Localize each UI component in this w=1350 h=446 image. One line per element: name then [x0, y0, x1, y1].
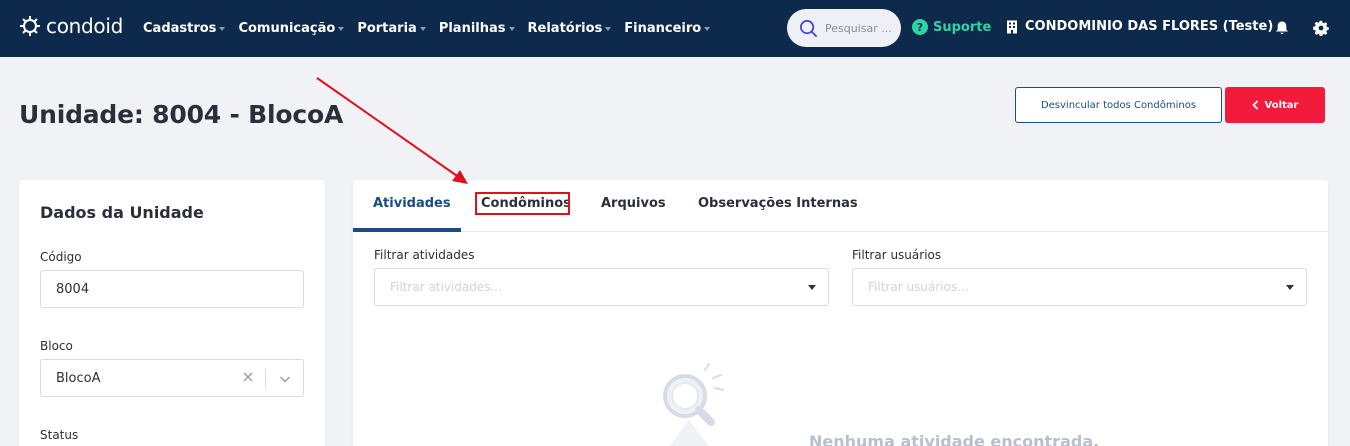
select-divider — [265, 369, 266, 388]
menu-label: Portaria — [357, 21, 417, 36]
filter-users-select[interactable]: Filtrar usuários... — [852, 268, 1307, 306]
unit-data-card: Dados da Unidade Código 8004 Bloco Bloco… — [19, 180, 325, 446]
button-label: Voltar — [1264, 99, 1299, 111]
global-search — [787, 9, 901, 47]
clear-icon[interactable] — [241, 370, 255, 384]
chevron-down-icon — [605, 27, 612, 31]
tab-observacoes-internas[interactable]: Observações Internas — [698, 196, 858, 211]
support-link[interactable]: ? Suporte — [912, 19, 991, 35]
chevron-down-icon — [419, 27, 426, 31]
menu-cadastros[interactable]: Cadastros — [143, 21, 226, 36]
button-label: Desvincular todos Condôminos — [1040, 99, 1197, 111]
filter-activities-placeholder: Filtrar atividades... — [390, 280, 502, 294]
code-value: 8004 — [56, 281, 90, 297]
bell-icon[interactable] — [1274, 20, 1290, 36]
menu-label: Financeiro — [624, 21, 702, 36]
chevron-down-icon — [338, 27, 345, 31]
menu-comunicacao[interactable]: Comunicação — [238, 21, 345, 36]
menu-label: Planilhas — [438, 21, 506, 36]
tab-arquivos[interactable]: Arquivos — [601, 196, 666, 211]
main-menu: Cadastros Comunicação Portaria Planilhas… — [143, 0, 723, 57]
chevron-down-icon — [704, 27, 711, 31]
code-field[interactable]: 8004 — [40, 270, 304, 308]
code-label: Código — [40, 250, 82, 264]
block-value: BlocoA — [56, 370, 101, 386]
menu-label: Relatórios — [527, 21, 603, 36]
building-icon — [1007, 20, 1017, 33]
chevron-left-icon — [1251, 100, 1258, 110]
annotation-highlight-box — [475, 192, 570, 215]
top-navbar: condoid Cadastros Comunicação Portaria P… — [0, 0, 1350, 57]
help-icon: ? — [912, 19, 928, 35]
page-title: Unidade: 8004 - BlocoA — [19, 100, 344, 129]
filter-users-label: Filtrar usuários — [852, 248, 942, 262]
chevron-down-icon[interactable] — [278, 372, 292, 386]
tab-atividades[interactable]: Atividades — [373, 196, 451, 211]
tab-bar: Atividades Condôminos Arquivos Observaçõ… — [353, 180, 1328, 232]
brand-name: condoid — [46, 14, 123, 38]
filter-activities-select[interactable]: Filtrar atividades... — [374, 268, 829, 306]
condoid-logo-icon — [20, 16, 40, 36]
card-title: Dados da Unidade — [40, 203, 204, 222]
condominium-name: CONDOMINIO DAS FLORES (Teste) — [1025, 19, 1274, 34]
magnifier-illustration-icon — [663, 363, 724, 446]
condominium-selector[interactable]: CONDOMINIO DAS FLORES (Teste) — [1006, 19, 1273, 34]
block-label: Bloco — [40, 339, 73, 353]
menu-label: Comunicação — [238, 21, 336, 36]
menu-planilhas[interactable]: Planilhas — [439, 21, 515, 36]
empty-state-message: Nenhuma atividade encontrada. — [809, 432, 1100, 446]
menu-financeiro[interactable]: Financeiro — [624, 21, 711, 36]
menu-portaria[interactable]: Portaria — [357, 21, 426, 36]
chevron-down-icon — [508, 27, 515, 31]
gear-icon[interactable] — [1313, 20, 1329, 36]
filter-activities-label: Filtrar atividades — [374, 248, 475, 262]
caret-down-icon — [1286, 285, 1294, 290]
back-button[interactable]: Voltar — [1225, 87, 1325, 123]
block-select[interactable]: BlocoA — [40, 359, 304, 397]
caret-down-icon — [808, 285, 816, 290]
chevron-down-icon — [219, 27, 226, 31]
filter-users-placeholder: Filtrar usuários... — [868, 280, 969, 294]
unlink-all-residents-button[interactable]: Desvincular todos Condôminos — [1015, 87, 1222, 123]
search-icon[interactable] — [799, 19, 818, 38]
brand-logo[interactable]: condoid — [18, 14, 123, 38]
search-input[interactable] — [825, 21, 897, 35]
status-label: Status — [40, 428, 79, 442]
menu-relatorios[interactable]: Relatórios — [528, 21, 612, 36]
active-tab-indicator — [353, 228, 461, 232]
menu-label: Cadastros — [143, 21, 217, 36]
unit-details-card: Atividades Condôminos Arquivos Observaçõ… — [353, 180, 1328, 446]
support-label: Suporte — [933, 19, 992, 35]
